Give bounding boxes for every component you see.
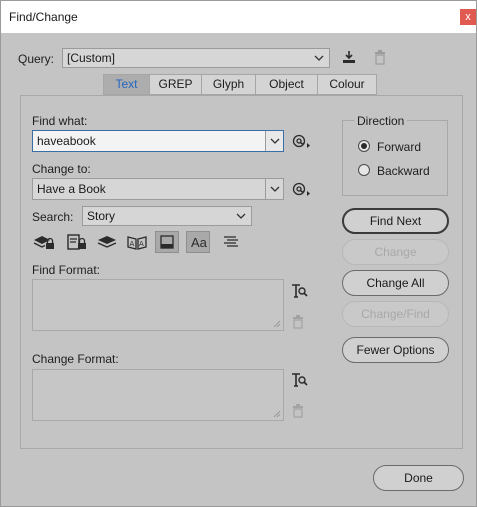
clear-change-format-icon[interactable] bbox=[292, 404, 304, 418]
include-hidden-layers-toggle[interactable] bbox=[95, 231, 119, 253]
case-sensitive-icon: Aa bbox=[191, 235, 207, 250]
resize-grip-icon bbox=[273, 320, 281, 328]
change-format-box[interactable] bbox=[32, 369, 284, 421]
close-button[interactable]: x bbox=[460, 9, 476, 25]
chevron-down-icon bbox=[314, 55, 324, 61]
tab-object[interactable]: Object bbox=[256, 74, 318, 95]
change-format-label: Change Format: bbox=[32, 352, 119, 366]
change-to-label: Change to: bbox=[32, 162, 91, 176]
include-master-pages-toggle[interactable]: A A bbox=[125, 231, 149, 253]
find-what-history-button[interactable] bbox=[265, 131, 283, 151]
find-what-field[interactable]: haveabook bbox=[32, 130, 284, 152]
include-footnotes-toggle[interactable] bbox=[155, 231, 179, 253]
done-button[interactable]: Done bbox=[373, 465, 464, 491]
include-locked-stories-icon bbox=[67, 234, 86, 250]
include-hidden-layers-icon bbox=[97, 236, 117, 248]
search-scope-value: Story bbox=[87, 209, 116, 223]
find-what-value: haveabook bbox=[37, 134, 96, 148]
backward-label[interactable]: Backward bbox=[377, 164, 430, 178]
svg-text:A: A bbox=[130, 240, 135, 248]
include-footnotes-icon bbox=[160, 235, 174, 249]
find-format-box[interactable] bbox=[32, 279, 284, 331]
resize-grip-icon bbox=[273, 410, 281, 418]
clear-find-format-icon[interactable] bbox=[292, 315, 304, 329]
dialog-title: Find/Change bbox=[9, 10, 78, 24]
find-what-label: Find what: bbox=[32, 114, 88, 128]
radio-selected-dot bbox=[361, 143, 367, 149]
direction-group bbox=[342, 120, 448, 196]
special-characters-icon[interactable] bbox=[292, 133, 312, 149]
save-query-icon[interactable] bbox=[341, 49, 357, 65]
include-locked-stories-toggle[interactable] bbox=[64, 231, 88, 253]
svg-text:A: A bbox=[139, 240, 144, 248]
include-locked-layers-toggle[interactable] bbox=[32, 231, 56, 253]
tab-bar: Text GREP Glyph Object Colour bbox=[103, 74, 377, 95]
forward-label[interactable]: Forward bbox=[377, 140, 421, 154]
case-sensitive-toggle[interactable]: Aa bbox=[186, 231, 210, 253]
title-bar[interactable]: Find/Change x bbox=[1, 1, 476, 33]
tab-colour[interactable]: Colour bbox=[318, 74, 377, 95]
find-change-dialog: Find/Change x Query: [Custom] Text GREP … bbox=[0, 0, 477, 507]
whole-word-toggle[interactable] bbox=[219, 231, 243, 253]
chevron-down-icon bbox=[270, 186, 280, 192]
tab-grep[interactable]: GREP bbox=[150, 74, 202, 95]
backward-radio[interactable] bbox=[358, 164, 370, 176]
whole-word-icon bbox=[224, 236, 238, 247]
search-scope-dropdown[interactable]: Story bbox=[82, 206, 252, 226]
change-to-field[interactable]: Have a Book bbox=[32, 178, 284, 200]
query-label: Query: bbox=[18, 52, 55, 66]
find-format-label: Find Format: bbox=[32, 263, 101, 277]
query-dropdown[interactable]: [Custom] bbox=[62, 48, 330, 68]
forward-radio[interactable] bbox=[358, 140, 370, 152]
special-characters-icon[interactable] bbox=[292, 181, 312, 197]
include-master-pages-icon: A A bbox=[127, 236, 147, 250]
query-value: [Custom] bbox=[67, 51, 116, 65]
fewer-options-button[interactable]: Fewer Options bbox=[342, 337, 449, 363]
specify-attributes-to-change-icon[interactable] bbox=[290, 371, 308, 388]
chevron-down-icon bbox=[236, 213, 246, 219]
change-to-value: Have a Book bbox=[37, 182, 106, 196]
tab-glyph[interactable]: Glyph bbox=[202, 74, 256, 95]
delete-query-icon[interactable] bbox=[373, 50, 387, 65]
change-button[interactable]: Change bbox=[342, 239, 449, 265]
change-to-history-button[interactable] bbox=[265, 179, 283, 199]
change-find-button[interactable]: Change/Find bbox=[342, 301, 449, 327]
chevron-down-icon bbox=[270, 138, 280, 144]
specify-attributes-to-find-icon[interactable] bbox=[290, 282, 308, 299]
tab-text[interactable]: Text bbox=[103, 74, 150, 95]
find-next-button[interactable]: Find Next bbox=[342, 208, 449, 234]
change-all-button[interactable]: Change All bbox=[342, 270, 449, 296]
direction-label: Direction bbox=[354, 114, 408, 128]
include-locked-layers-icon bbox=[33, 236, 54, 249]
search-label: Search: bbox=[32, 210, 74, 224]
